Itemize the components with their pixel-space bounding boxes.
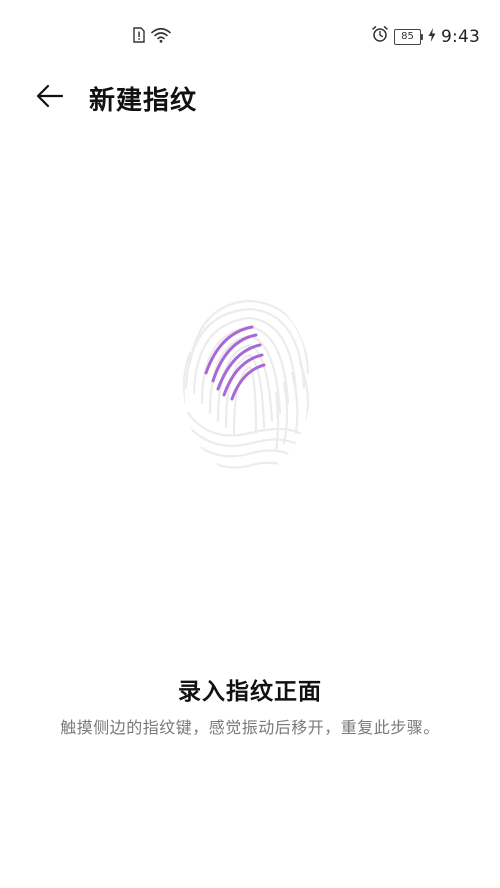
arrow-left-icon xyxy=(36,84,64,112)
alarm-icon xyxy=(371,25,389,48)
status-right-group: 85 9:43 xyxy=(371,25,480,48)
back-button[interactable] xyxy=(30,78,70,118)
battery-level: 85 xyxy=(394,28,422,45)
wifi-icon xyxy=(151,27,171,47)
sim-alert-icon xyxy=(133,27,145,47)
battery-cap xyxy=(421,33,424,40)
status-bar: 85 9:43 xyxy=(0,0,500,72)
charging-bolt-icon xyxy=(428,27,436,47)
page-title: 新建指纹 xyxy=(89,86,198,116)
status-left-group xyxy=(133,27,171,47)
fingerprint-icon xyxy=(180,299,315,482)
instruction-text: 触摸侧边的指纹键，感觉振动后移开，重复此步骤。 xyxy=(60,718,440,737)
battery-indicator: 85 xyxy=(394,28,424,45)
clock: 9:43 xyxy=(441,26,480,47)
app-bar: 新建指纹 xyxy=(0,72,500,124)
fingerprint-sensor-graphic xyxy=(180,293,315,478)
instruction-title: 录入指纹正面 xyxy=(178,679,322,705)
